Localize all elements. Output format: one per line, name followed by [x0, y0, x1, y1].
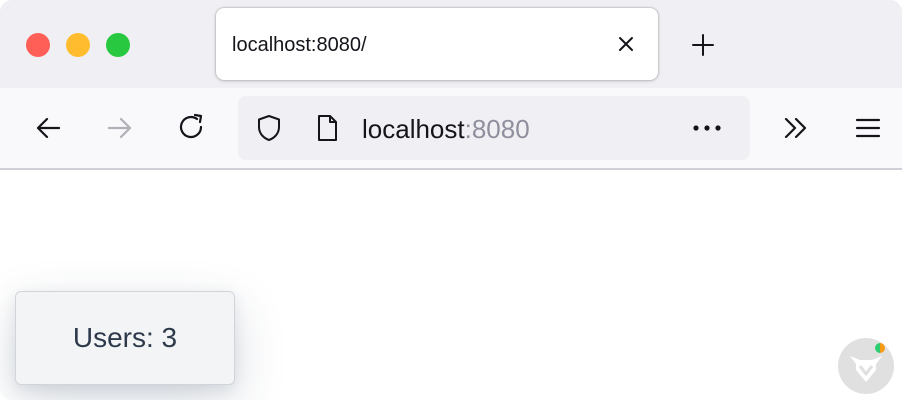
- page-content: Users: 3: [0, 170, 902, 400]
- plus-icon[interactable]: [690, 32, 716, 58]
- double-chevron-right-icon[interactable]: [780, 112, 812, 144]
- url-text[interactable]: localhost:8080: [362, 114, 530, 145]
- navigation-toolbar: localhost:8080: [0, 88, 902, 170]
- more-horizontal-icon[interactable]: [690, 116, 724, 140]
- reload-icon[interactable]: [176, 112, 208, 144]
- status-dot: [875, 343, 885, 353]
- tab-active[interactable]: localhost:8080/: [216, 8, 658, 80]
- tab-title: localhost:8080/: [232, 34, 367, 56]
- vite-logo-icon: [850, 356, 882, 382]
- close-icon[interactable]: [614, 32, 638, 56]
- page-icon[interactable]: [312, 113, 342, 143]
- tab-strip: localhost:8080/: [0, 0, 902, 88]
- shield-icon[interactable]: [254, 113, 284, 143]
- window-minimize-button[interactable]: [66, 33, 90, 57]
- browser-window: localhost:8080/ localhost:8080 Users: 3: [0, 0, 902, 400]
- hamburger-icon[interactable]: [852, 112, 884, 144]
- users-count-text: Users: 3: [72, 322, 178, 353]
- window-maximize-button[interactable]: [106, 33, 130, 57]
- users-count-card: Users: 3: [15, 291, 235, 385]
- devtools-badge[interactable]: [838, 338, 894, 394]
- url-bar[interactable]: localhost:8080: [238, 96, 750, 160]
- arrow-left-icon[interactable]: [32, 112, 64, 144]
- url-host: localhost: [362, 114, 465, 144]
- url-port: :8080: [464, 114, 530, 144]
- arrow-right-icon[interactable]: [104, 112, 136, 144]
- window-close-button[interactable]: [26, 33, 50, 57]
